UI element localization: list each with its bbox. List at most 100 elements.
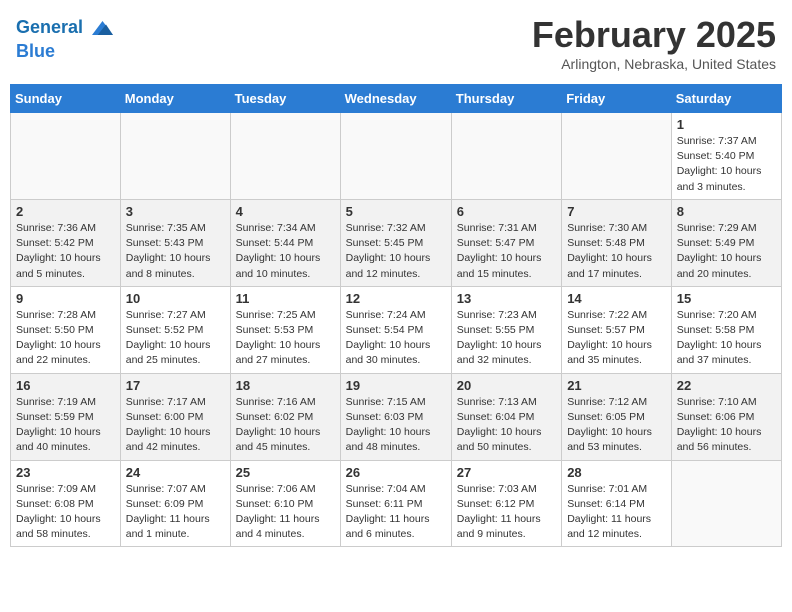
day-number: 7 xyxy=(567,204,666,219)
day-info: Sunrise: 7:34 AM Sunset: 5:44 PM Dayligh… xyxy=(236,221,335,282)
day-number: 16 xyxy=(16,378,115,393)
day-number: 19 xyxy=(346,378,446,393)
day-info: Sunrise: 7:31 AM Sunset: 5:47 PM Dayligh… xyxy=(457,221,556,282)
day-number: 27 xyxy=(457,465,556,480)
logo-icon xyxy=(85,14,113,42)
day-number: 28 xyxy=(567,465,666,480)
day-info: Sunrise: 7:32 AM Sunset: 5:45 PM Dayligh… xyxy=(346,221,446,282)
day-number: 2 xyxy=(16,204,115,219)
calendar-day-cell: 7 Sunrise: 7:30 AM Sunset: 5:48 PM Daylig… xyxy=(562,199,672,286)
weekday-header-sunday: Sunday xyxy=(11,85,121,113)
calendar-empty-cell xyxy=(451,113,561,200)
day-number: 24 xyxy=(126,465,225,480)
calendar-day-cell: 5 Sunrise: 7:32 AM Sunset: 5:45 PM Daylig… xyxy=(340,199,451,286)
day-number: 12 xyxy=(346,291,446,306)
day-number: 5 xyxy=(346,204,446,219)
day-number: 18 xyxy=(236,378,335,393)
day-number: 21 xyxy=(567,378,666,393)
day-number: 14 xyxy=(567,291,666,306)
day-info: Sunrise: 7:12 AM Sunset: 6:05 PM Dayligh… xyxy=(567,395,666,456)
day-info: Sunrise: 7:35 AM Sunset: 5:43 PM Dayligh… xyxy=(126,221,225,282)
day-info: Sunrise: 7:01 AM Sunset: 6:14 PM Dayligh… xyxy=(567,482,666,543)
calendar-day-cell: 3 Sunrise: 7:35 AM Sunset: 5:43 PM Daylig… xyxy=(120,199,230,286)
calendar-day-cell: 10Sunrise: 7:27 AM Sunset: 5:52 PM Dayli… xyxy=(120,286,230,373)
weekday-header-saturday: Saturday xyxy=(671,85,781,113)
calendar-day-cell: 16Sunrise: 7:19 AM Sunset: 5:59 PM Dayli… xyxy=(11,373,121,460)
day-info: Sunrise: 7:17 AM Sunset: 6:00 PM Dayligh… xyxy=(126,395,225,456)
day-info: Sunrise: 7:24 AM Sunset: 5:54 PM Dayligh… xyxy=(346,308,446,369)
day-number: 3 xyxy=(126,204,225,219)
calendar-empty-cell xyxy=(120,113,230,200)
day-number: 10 xyxy=(126,291,225,306)
day-number: 23 xyxy=(16,465,115,480)
calendar-header-row: SundayMondayTuesdayWednesdayThursdayFrid… xyxy=(11,85,782,113)
calendar-day-cell: 12 Sunrise: 7:24 AM Sunset: 5:54 PM Dayli… xyxy=(340,286,451,373)
calendar-day-cell: 19 Sunrise: 7:15 AM Sunset: 6:03 PM Dayli… xyxy=(340,373,451,460)
calendar-week-row: 9Sunrise: 7:28 AM Sunset: 5:50 PM Daylig… xyxy=(11,286,782,373)
calendar-week-row: 23 Sunrise: 7:09 AM Sunset: 6:08 PM Dayli… xyxy=(11,460,782,547)
calendar-day-cell: 6 Sunrise: 7:31 AM Sunset: 5:47 PM Daylig… xyxy=(451,199,561,286)
day-info: Sunrise: 7:07 AM Sunset: 6:09 PM Dayligh… xyxy=(126,482,225,543)
weekday-header-friday: Friday xyxy=(562,85,672,113)
logo-blue-text: Blue xyxy=(16,42,113,62)
day-number: 22 xyxy=(677,378,776,393)
day-info: Sunrise: 7:30 AM Sunset: 5:48 PM Dayligh… xyxy=(567,221,666,282)
weekday-header-tuesday: Tuesday xyxy=(230,85,340,113)
calendar-day-cell: 8 Sunrise: 7:29 AM Sunset: 5:49 PM Daylig… xyxy=(671,199,781,286)
calendar-table: SundayMondayTuesdayWednesdayThursdayFrid… xyxy=(10,84,782,547)
day-info: Sunrise: 7:04 AM Sunset: 6:11 PM Dayligh… xyxy=(346,482,446,543)
day-info: Sunrise: 7:13 AM Sunset: 6:04 PM Dayligh… xyxy=(457,395,556,456)
calendar-day-cell: 20 Sunrise: 7:13 AM Sunset: 6:04 PM Dayli… xyxy=(451,373,561,460)
day-info: Sunrise: 7:36 AM Sunset: 5:42 PM Dayligh… xyxy=(16,221,115,282)
day-number: 17 xyxy=(126,378,225,393)
calendar-day-cell: 27 Sunrise: 7:03 AM Sunset: 6:12 PM Dayli… xyxy=(451,460,561,547)
day-info: Sunrise: 7:37 AM Sunset: 5:40 PM Dayligh… xyxy=(677,134,776,195)
location: Arlington, Nebraska, United States xyxy=(532,56,776,72)
calendar-day-cell: 28 Sunrise: 7:01 AM Sunset: 6:14 PM Dayli… xyxy=(562,460,672,547)
day-info: Sunrise: 7:29 AM Sunset: 5:49 PM Dayligh… xyxy=(677,221,776,282)
calendar-week-row: 16Sunrise: 7:19 AM Sunset: 5:59 PM Dayli… xyxy=(11,373,782,460)
calendar-day-cell: 26Sunrise: 7:04 AM Sunset: 6:11 PM Dayli… xyxy=(340,460,451,547)
day-number: 13 xyxy=(457,291,556,306)
day-number: 20 xyxy=(457,378,556,393)
calendar-empty-cell xyxy=(230,113,340,200)
calendar-day-cell: 25Sunrise: 7:06 AM Sunset: 6:10 PM Dayli… xyxy=(230,460,340,547)
day-number: 1 xyxy=(677,117,776,132)
logo: General Blue xyxy=(16,14,113,62)
calendar-day-cell: 18 Sunrise: 7:16 AM Sunset: 6:02 PM Dayli… xyxy=(230,373,340,460)
day-info: Sunrise: 7:09 AM Sunset: 6:08 PM Dayligh… xyxy=(16,482,115,543)
day-number: 9 xyxy=(16,291,115,306)
day-number: 8 xyxy=(677,204,776,219)
logo-text: General xyxy=(16,18,83,38)
day-info: Sunrise: 7:15 AM Sunset: 6:03 PM Dayligh… xyxy=(346,395,446,456)
day-number: 6 xyxy=(457,204,556,219)
title-block: February 2025 Arlington, Nebraska, Unite… xyxy=(532,14,776,72)
calendar-day-cell: 22Sunrise: 7:10 AM Sunset: 6:06 PM Dayli… xyxy=(671,373,781,460)
calendar-day-cell: 1 Sunrise: 7:37 AM Sunset: 5:40 PM Daylig… xyxy=(671,113,781,200)
day-number: 11 xyxy=(236,291,335,306)
day-info: Sunrise: 7:20 AM Sunset: 5:58 PM Dayligh… xyxy=(677,308,776,369)
day-number: 25 xyxy=(236,465,335,480)
day-info: Sunrise: 7:03 AM Sunset: 6:12 PM Dayligh… xyxy=(457,482,556,543)
calendar-empty-cell xyxy=(11,113,121,200)
day-number: 15 xyxy=(677,291,776,306)
calendar-day-cell: 2 Sunrise: 7:36 AM Sunset: 5:42 PM Daylig… xyxy=(11,199,121,286)
calendar-day-cell: 17 Sunrise: 7:17 AM Sunset: 6:00 PM Dayli… xyxy=(120,373,230,460)
day-info: Sunrise: 7:22 AM Sunset: 5:57 PM Dayligh… xyxy=(567,308,666,369)
calendar-empty-cell xyxy=(671,460,781,547)
calendar-week-row: 2 Sunrise: 7:36 AM Sunset: 5:42 PM Daylig… xyxy=(11,199,782,286)
calendar-day-cell: 4Sunrise: 7:34 AM Sunset: 5:44 PM Daylig… xyxy=(230,199,340,286)
calendar-day-cell: 11Sunrise: 7:25 AM Sunset: 5:53 PM Dayli… xyxy=(230,286,340,373)
calendar-empty-cell xyxy=(562,113,672,200)
calendar-day-cell: 9Sunrise: 7:28 AM Sunset: 5:50 PM Daylig… xyxy=(11,286,121,373)
calendar-day-cell: 21 Sunrise: 7:12 AM Sunset: 6:05 PM Dayli… xyxy=(562,373,672,460)
calendar-week-row: 1 Sunrise: 7:37 AM Sunset: 5:40 PM Daylig… xyxy=(11,113,782,200)
weekday-header-thursday: Thursday xyxy=(451,85,561,113)
calendar-day-cell: 15 Sunrise: 7:20 AM Sunset: 5:58 PM Dayli… xyxy=(671,286,781,373)
weekday-header-monday: Monday xyxy=(120,85,230,113)
calendar-day-cell: 24 Sunrise: 7:07 AM Sunset: 6:09 PM Dayli… xyxy=(120,460,230,547)
calendar-day-cell: 23 Sunrise: 7:09 AM Sunset: 6:08 PM Dayli… xyxy=(11,460,121,547)
month-title: February 2025 xyxy=(532,14,776,56)
day-info: Sunrise: 7:16 AM Sunset: 6:02 PM Dayligh… xyxy=(236,395,335,456)
page-header: General Blue February 2025 Arlington, Ne… xyxy=(10,10,782,76)
